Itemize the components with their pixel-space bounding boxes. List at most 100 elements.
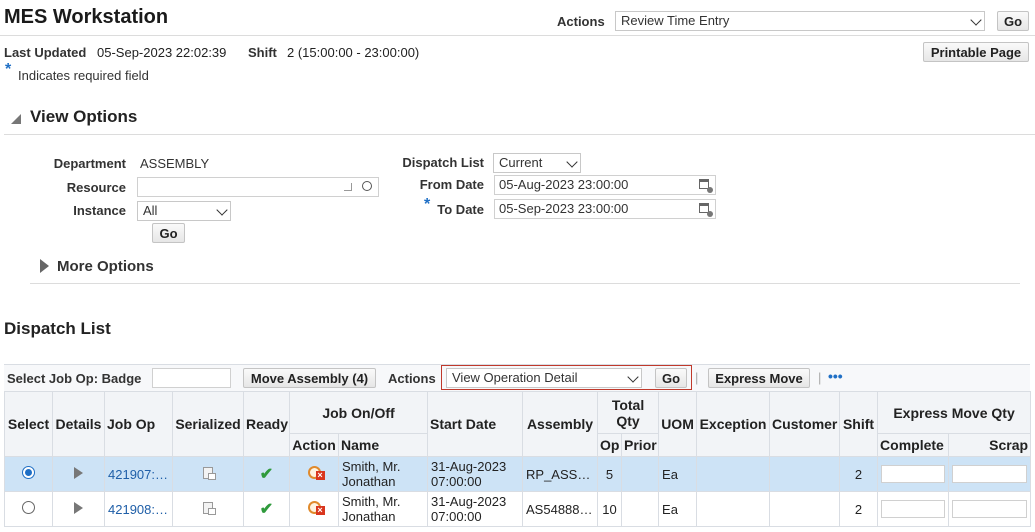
resource-label: Resource — [66, 180, 126, 195]
calendar-icon[interactable] — [699, 179, 713, 193]
required-star-icon: * — [5, 61, 12, 78]
dispatch-list-select[interactable]: Current — [493, 153, 581, 173]
complete-input[interactable] — [881, 465, 946, 483]
required-note: Indicates required field — [18, 68, 149, 83]
col-job-op[interactable]: Job Op — [104, 391, 173, 457]
details-expand-icon[interactable] — [74, 466, 83, 479]
table-actions-select[interactable]: View Operation Detail — [446, 368, 642, 388]
serialized-icon — [203, 501, 216, 515]
expand-icon[interactable] — [40, 259, 49, 273]
ready-check-icon: ✔ — [259, 501, 274, 518]
col-shift: Shift — [839, 391, 879, 457]
view-options-title[interactable]: View Options — [30, 107, 137, 127]
select-job-op-label: Select Job Op: Badge — [7, 371, 142, 386]
start-date-cell: 31-Aug-2023 07:00:00 — [427, 456, 524, 492]
col-job-on-off: Job On/Off — [288, 391, 429, 434]
ready-check-icon: ✔ — [259, 466, 274, 483]
col-details: Details — [52, 391, 105, 457]
search-icon[interactable] — [362, 181, 372, 191]
job-op-link[interactable]: 421908:… — [108, 502, 168, 517]
collapse-icon[interactable] — [11, 114, 21, 124]
from-date-input[interactable]: 05-Aug-2023 23:00:00 — [494, 175, 716, 195]
go-button[interactable]: Go — [997, 11, 1029, 31]
table-row[interactable]: 421908:… ✔ Smith, Mr. Jonathan 31-Aug-20… — [4, 491, 1032, 527]
dispatch-table: Select Details Job Op Serialized Ready J… — [4, 391, 1032, 527]
separator: | — [818, 370, 822, 385]
scrap-input[interactable] — [952, 465, 1028, 483]
col-name: Name — [337, 433, 429, 457]
instance-label: Instance — [73, 203, 126, 218]
express-move-button[interactable]: Express Move — [708, 368, 810, 388]
assembly-cell: RP_ASS… — [522, 456, 599, 492]
table-row[interactable]: 421907:… ✔ Smith, Mr. Jonathan 31-Aug-20… — [4, 456, 1032, 492]
actions-label: Actions — [557, 14, 605, 29]
calendar-icon[interactable] — [699, 203, 713, 217]
chevron-down-icon — [216, 204, 228, 216]
table-go-button[interactable]: Go — [655, 368, 687, 388]
row-select-radio[interactable] — [22, 466, 35, 479]
uom-cell: Ea — [658, 491, 698, 527]
chevron-down-icon — [566, 156, 578, 168]
chevron-down-icon — [970, 14, 982, 26]
badge-input[interactable] — [152, 368, 231, 388]
table-actions-label: Actions — [388, 371, 436, 386]
col-express-move-qty: Express Move Qty — [877, 391, 1032, 434]
from-date-label: From Date — [419, 177, 484, 192]
serialized-icon — [203, 466, 216, 480]
move-assembly-button[interactable]: Move Assembly (4) — [243, 368, 376, 388]
resize-icon — [344, 183, 352, 191]
col-serialized: Serialized — [172, 391, 244, 457]
col-action: Action — [289, 433, 339, 457]
actions-select-value: Review Time Entry — [621, 13, 730, 28]
op-qty-cell: 5 — [597, 456, 623, 492]
col-uom: UOM — [658, 391, 698, 457]
prior-qty-cell — [621, 491, 660, 527]
divider — [30, 283, 1020, 284]
view-options-go-button[interactable]: Go — [152, 223, 185, 243]
more-options-link[interactable]: More Options — [57, 258, 154, 275]
col-assembly[interactable]: Assembly — [522, 391, 599, 457]
start-date-cell: 31-Aug-2023 07:00:00 — [427, 491, 524, 527]
divider — [0, 35, 1035, 36]
to-date-input[interactable]: 05-Sep-2023 23:00:00 — [494, 199, 716, 219]
col-start-date[interactable]: Start Date — [427, 391, 524, 457]
last-updated-label: Last Updated — [4, 45, 87, 60]
clock-off-icon[interactable] — [307, 501, 325, 515]
department-label: Department — [53, 156, 126, 171]
exception-cell — [696, 491, 771, 527]
dispatch-list-label: Dispatch List — [402, 155, 484, 170]
assembly-cell: AS54888… — [522, 491, 599, 527]
col-select: Select — [4, 391, 53, 457]
scrap-input[interactable] — [952, 500, 1028, 518]
customer-cell — [769, 491, 841, 527]
clock-off-icon[interactable] — [307, 466, 325, 480]
uom-cell: Ea — [658, 456, 698, 492]
to-date-label: To Date — [437, 202, 484, 217]
complete-input[interactable] — [881, 500, 946, 518]
col-exception: Exception — [696, 391, 771, 457]
shift-cell: 2 — [839, 491, 879, 527]
row-select-radio[interactable] — [22, 501, 35, 514]
shift-value: 2 (15:00:00 - 23:00:00) — [287, 45, 420, 60]
department-value: ASSEMBLY — [140, 156, 210, 171]
prior-qty-cell — [621, 456, 660, 492]
name-cell: Smith, Mr. Jonathan — [337, 456, 429, 492]
details-expand-icon[interactable] — [74, 501, 83, 514]
col-op: Op — [597, 433, 623, 457]
col-scrap: Scrap — [948, 433, 1032, 457]
chevron-down-icon — [627, 371, 639, 383]
dispatch-list-title: Dispatch List — [4, 319, 111, 338]
page-title: MES Workstation — [4, 6, 169, 28]
name-cell: Smith, Mr. Jonathan — [337, 491, 429, 527]
printable-page-button[interactable]: Printable Page — [923, 42, 1029, 62]
divider — [4, 134, 1035, 135]
job-op-link[interactable]: 421907:… — [108, 467, 168, 482]
more-actions-icon[interactable]: ••• — [828, 368, 843, 384]
actions-select[interactable]: Review Time Entry — [615, 11, 985, 31]
instance-select[interactable]: All — [137, 201, 231, 221]
col-complete: Complete — [877, 433, 950, 457]
shift-label: Shift — [248, 45, 277, 60]
customer-cell — [769, 456, 841, 492]
resource-input[interactable] — [137, 177, 379, 197]
last-updated-value: 05-Sep-2023 22:02:39 — [97, 45, 227, 60]
